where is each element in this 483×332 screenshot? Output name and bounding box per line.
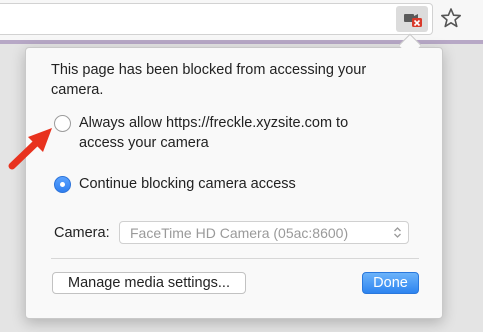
allow-camera-label[interactable]: Always allow https://freckle.xyzsite.com… <box>79 113 379 153</box>
done-button[interactable]: Done <box>362 272 419 294</box>
camera-blocked-button[interactable] <box>396 6 428 32</box>
updown-chevron-icon <box>394 227 401 238</box>
divider <box>51 258 419 259</box>
allow-camera-radio[interactable] <box>54 115 71 132</box>
star-icon <box>440 8 462 28</box>
bookmark-star-button[interactable] <box>440 7 462 29</box>
camera-select-value: FaceTime HD Camera (05ac:8600) <box>130 225 349 241</box>
camera-blocked-icon <box>404 14 422 27</box>
block-camera-radio[interactable] <box>54 176 71 193</box>
block-camera-label[interactable]: Continue blocking camera access <box>79 174 296 194</box>
camera-permission-bubble: This page has been blocked from accessin… <box>25 47 443 319</box>
camera-label: Camera: <box>54 225 110 241</box>
manage-media-settings-button[interactable]: Manage media settings... <box>52 272 246 294</box>
address-bar[interactable] <box>0 3 433 35</box>
blocked-message: This page has been blocked from accessin… <box>51 62 367 98</box>
camera-select[interactable]: FaceTime HD Camera (05ac:8600) <box>119 221 409 244</box>
